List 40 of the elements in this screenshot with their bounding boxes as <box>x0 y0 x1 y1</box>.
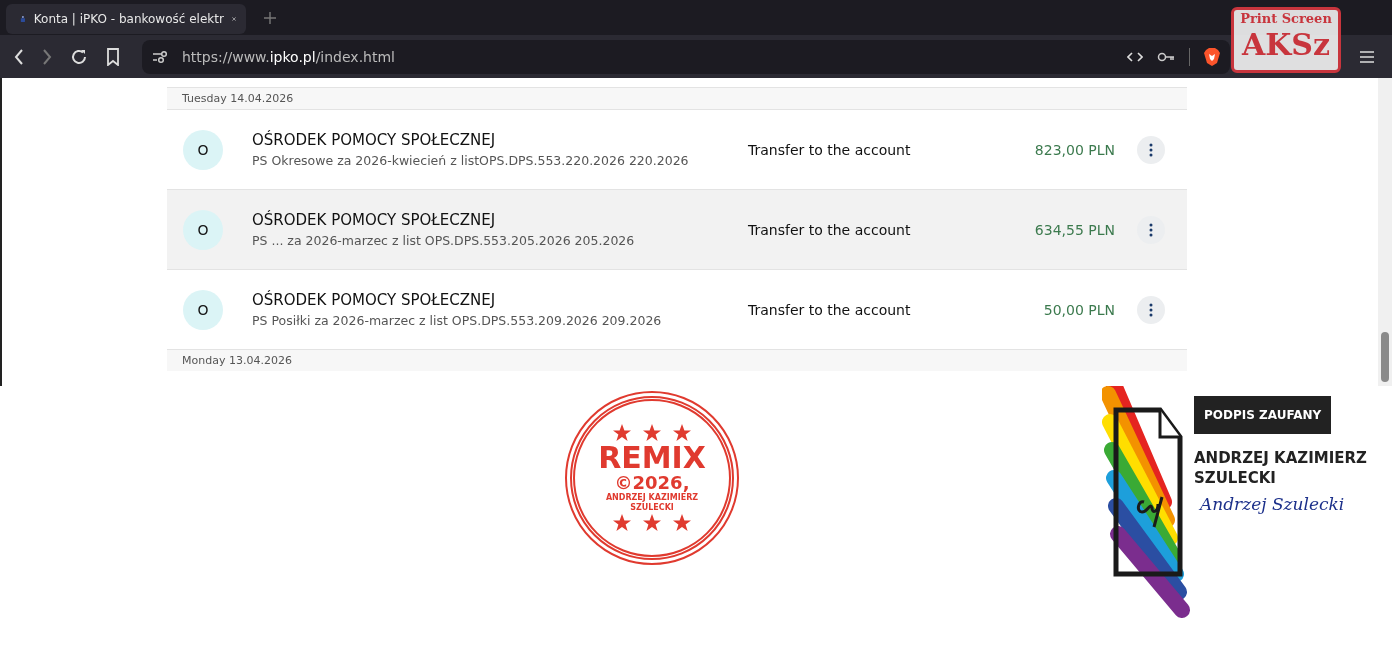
signer-name: ANDRZEJ KAZIMIERZ SZULECKI <box>1194 448 1367 488</box>
menu-icon[interactable] <box>1360 50 1374 63</box>
scrollbar[interactable] <box>1378 78 1392 386</box>
tab-title: Konta | iPKO - bankowość elektr <box>33 11 224 26</box>
trusted-signature-label: PODPIS ZAUFANY <box>1194 396 1332 434</box>
avatar: O <box>183 289 223 330</box>
bookmark-icon[interactable] <box>106 47 120 66</box>
transaction-type: Transfer to the account <box>748 221 911 238</box>
reload-icon[interactable] <box>70 47 88 66</box>
lion-shield-icon[interactable] <box>1204 47 1220 66</box>
date-header: Tuesday 14.04.2026 <box>167 87 1187 109</box>
back-icon[interactable] <box>14 48 24 65</box>
amount: 50,00 PLN <box>1043 301 1115 318</box>
amount: 634,55 PLN <box>1034 221 1115 238</box>
key-icon[interactable] <box>1157 51 1175 62</box>
transaction-row[interactable]: O OŚRODEK POMOCY SPOŁECZNEJ PS ... za 2026-marzec z list OPS.DPS.553.205.2026 205.2026 Transfer to the account 634,55 PLN <box>167 189 1187 269</box>
address-bar[interactable]: https://www.ipko.pl/index.html <box>142 39 1230 74</box>
print-screen-stamp: Print Screen AKSz <box>1231 7 1341 73</box>
transaction-description: PS ... za 2026-marzec z list OPS.DPS.553.205.2026 205.2026 <box>252 233 636 248</box>
vertical-dots-icon <box>1149 302 1153 317</box>
transaction-type: Transfer to the account <box>748 141 911 158</box>
vertical-dots-icon <box>1149 142 1153 157</box>
browser-tab[interactable]: Konta | iPKO - bankowość elektr <box>6 3 246 34</box>
site-settings-icon[interactable] <box>152 49 168 64</box>
avatar: O <box>183 209 223 250</box>
amount: 823,00 PLN <box>1034 141 1115 158</box>
forward-icon[interactable] <box>42 48 52 65</box>
transaction-description: PS Okresowe za 2026-kwiecień z listOPS.DPS.553.220.2026 220.2026 <box>252 153 690 168</box>
url-text: https://www.ipko.pl/index.html <box>182 48 395 65</box>
handwritten-signature: Andrzej Szulecki <box>1200 494 1345 514</box>
transaction-description: PS Posiłki za 2026-marzec z list OPS.DPS.553.209.2026 209.2026 <box>252 313 663 328</box>
vertical-dots-icon <box>1149 222 1153 237</box>
payer-name: OŚRODEK POMOCY SPOŁECZNEJ <box>252 211 497 229</box>
avatar: O <box>183 129 223 170</box>
payer-name: OŚRODEK POMOCY SPOŁECZNEJ <box>252 131 497 149</box>
transaction-type: Transfer to the account <box>748 301 911 318</box>
date-header: Monday 13.04.2026 <box>167 349 1187 371</box>
code-icon[interactable] <box>1127 50 1143 63</box>
new-tab-icon[interactable] <box>264 11 276 24</box>
payer-name: OŚRODEK POMOCY SPOŁECZNEJ <box>252 291 497 309</box>
